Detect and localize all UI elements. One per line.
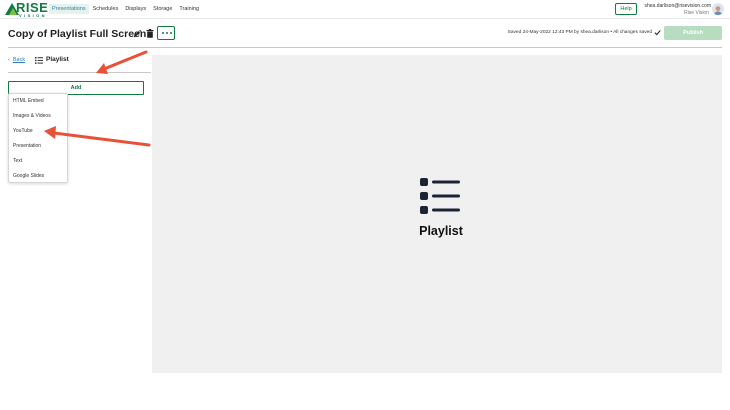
user-avatar[interactable]	[712, 3, 724, 15]
more-options-button[interactable]	[157, 26, 175, 40]
nav-item-schedules[interactable]: Schedules	[90, 4, 122, 14]
avatar-person-icon	[713, 6, 723, 15]
help-button[interactable]: Help	[615, 3, 637, 15]
menu-item-text[interactable]: Text	[13, 158, 22, 164]
panel-divider	[8, 72, 151, 73]
title-divider	[8, 47, 722, 48]
nav-item-presentations[interactable]: Presentations	[49, 4, 89, 14]
more-icon-dot	[166, 32, 168, 34]
presentation-title: Copy of Playlist Full Screen	[8, 28, 147, 40]
menu-item-presentation[interactable]: Presentation	[13, 143, 41, 149]
menu-item-images-videos[interactable]: Images & Videos	[13, 113, 51, 119]
main-nav-links: Presentations Schedules Displays Storage…	[49, 4, 203, 14]
menu-item-html-embed[interactable]: HTML Embed	[13, 98, 44, 104]
chevron-left-icon: ‹	[8, 57, 10, 63]
panel-heading: Playlist	[46, 56, 69, 63]
user-email[interactable]: shea.darlison@risevision.com	[640, 3, 712, 9]
nav-item-storage[interactable]: Storage	[150, 4, 175, 14]
more-icon	[162, 32, 164, 34]
publish-button[interactable]: Publish	[664, 26, 722, 40]
logo-subtext: VISION	[19, 13, 47, 18]
more-icon-dot	[170, 32, 172, 34]
preview-gutter	[152, 55, 159, 410]
add-content-menu: HTML Embed Images & Videos YouTube Prese…	[8, 93, 68, 183]
playlist-large-icon	[420, 178, 460, 214]
back-link[interactable]: ‹ Back	[8, 57, 25, 63]
rise-vision-logo[interactable]: RISE VISION	[5, 0, 48, 18]
check-icon	[654, 30, 661, 36]
preview-canvas	[159, 55, 722, 373]
arrow-to-add-button	[96, 50, 148, 74]
nav-item-displays[interactable]: Displays	[122, 4, 149, 14]
save-status-text: Saved 24-May-2022 12:43 PM by shea.darli…	[507, 30, 652, 35]
back-link-label: Back	[12, 57, 26, 63]
canvas-playlist-label: Playlist	[419, 224, 463, 238]
top-navigation-bar: RISE VISION Presentations Schedules Disp…	[0, 0, 730, 19]
menu-item-youtube[interactable]: YouTube	[13, 128, 33, 134]
nav-item-training[interactable]: Training	[176, 4, 202, 14]
playlist-list-icon	[35, 57, 43, 64]
user-company[interactable]: Rise Vision	[650, 10, 709, 16]
canvas-footer-space	[152, 373, 730, 410]
trash-icon[interactable]	[146, 29, 154, 38]
menu-item-google-slides[interactable]: Google Slides	[13, 173, 44, 179]
pencil-icon[interactable]	[133, 29, 142, 38]
